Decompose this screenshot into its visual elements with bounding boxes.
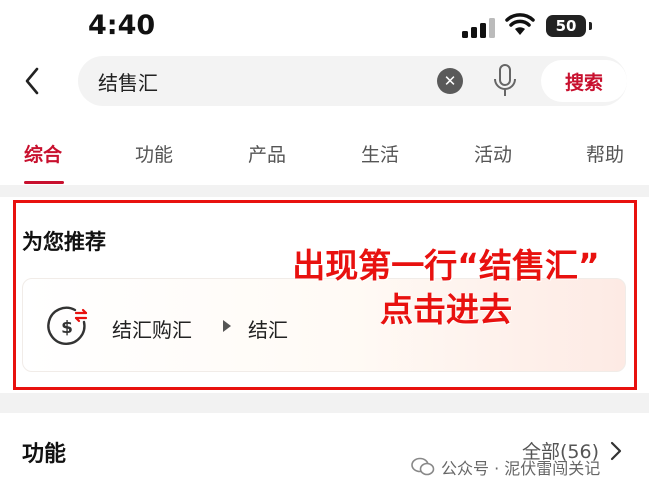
cellular-signal-icon bbox=[462, 18, 495, 38]
wifi-icon bbox=[505, 13, 535, 35]
microphone-icon[interactable] bbox=[492, 63, 518, 99]
status-time: 4:40 bbox=[88, 10, 156, 41]
tab-help[interactable]: 帮助 bbox=[586, 140, 624, 167]
back-arrow-icon[interactable] bbox=[20, 64, 46, 98]
active-tab-indicator bbox=[24, 181, 64, 184]
section-divider bbox=[0, 185, 649, 197]
tab-products[interactable]: 产品 bbox=[248, 140, 286, 167]
category-tabs: 综合 功能 产品 生活 活动 帮助 bbox=[0, 124, 649, 184]
battery-icon: 50 bbox=[546, 15, 586, 37]
battery-cap bbox=[589, 22, 592, 30]
clear-icon[interactable]: ✕ bbox=[437, 68, 463, 94]
watermark: 公众号 · 泥伏雷闯关记 bbox=[411, 452, 600, 482]
tab-functions[interactable]: 功能 bbox=[135, 140, 173, 167]
section-divider-2 bbox=[0, 393, 649, 413]
status-bar: 4:40 50 bbox=[0, 0, 649, 52]
wechat-icon bbox=[411, 457, 435, 476]
annotation-line-1: 出现第一行“结售汇” bbox=[292, 246, 600, 285]
tab-activities[interactable]: 活动 bbox=[474, 140, 512, 167]
tab-comprehensive[interactable]: 综合 bbox=[24, 140, 62, 167]
search-query[interactable]: 结售汇 bbox=[98, 67, 158, 96]
chevron-right-icon[interactable] bbox=[609, 441, 623, 461]
search-button[interactable]: 搜索 bbox=[541, 60, 627, 102]
functions-title: 功能 bbox=[22, 442, 67, 467]
watermark-text: 公众号 · 泥伏雷闯关记 bbox=[441, 459, 601, 478]
annotation-line-2: 点击进去 bbox=[380, 290, 512, 329]
battery-level: 50 bbox=[555, 17, 577, 35]
annotation-text: 出现第一行“结售汇” 点击进去 bbox=[271, 244, 621, 332]
tab-life[interactable]: 生活 bbox=[361, 140, 399, 167]
